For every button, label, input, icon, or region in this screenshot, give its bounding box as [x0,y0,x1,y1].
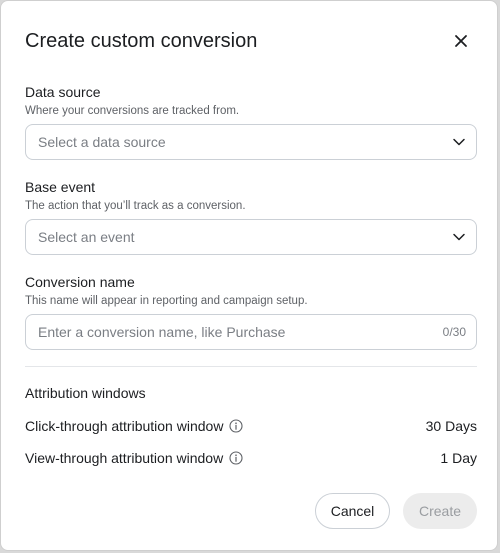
cancel-button[interactable]: Cancel [315,493,390,529]
chevron-down-icon [453,233,465,241]
base-event-label: Base event [25,179,96,195]
close-button[interactable] [449,29,473,53]
view-through-row: View-through attribution window 1 Day [25,448,477,468]
info-icon[interactable] [229,451,243,465]
character-counter: 0/30 [442,325,466,339]
section-divider [25,366,477,367]
conversion-name-input[interactable]: Enter a conversion name, like Purchase 0… [25,314,477,350]
conversion-name-label: Conversion name [25,274,135,290]
attribution-windows-title: Attribution windows [25,385,146,401]
chevron-down-icon [453,138,465,146]
data-source-label: Data source [25,84,101,100]
conversion-name-placeholder: Enter a conversion name, like Purchase [38,324,286,340]
conversion-name-help: This name will appear in reporting and c… [25,295,308,307]
data-source-select[interactable]: Select a data source [25,124,477,160]
close-icon [455,35,467,47]
click-through-label: Click-through attribution window [25,418,224,434]
data-source-help: Where your conversions are tracked from. [25,105,240,117]
info-icon[interactable] [229,419,243,433]
dialog-title: Create custom conversion [25,30,258,52]
click-through-row: Click-through attribution window 30 Days [25,416,477,436]
data-source-placeholder: Select a data source [38,134,166,150]
view-through-label: View-through attribution window [25,450,224,466]
view-through-value: 1 Day [440,450,477,466]
base-event-placeholder: Select an event [38,229,135,245]
create-button[interactable]: Create [403,493,477,529]
click-through-value: 30 Days [425,418,477,434]
base-event-help: The action that you’ll track as a conver… [25,200,246,212]
create-custom-conversion-dialog: Create custom conversion Data source Whe… [0,0,498,551]
base-event-select[interactable]: Select an event [25,219,477,255]
